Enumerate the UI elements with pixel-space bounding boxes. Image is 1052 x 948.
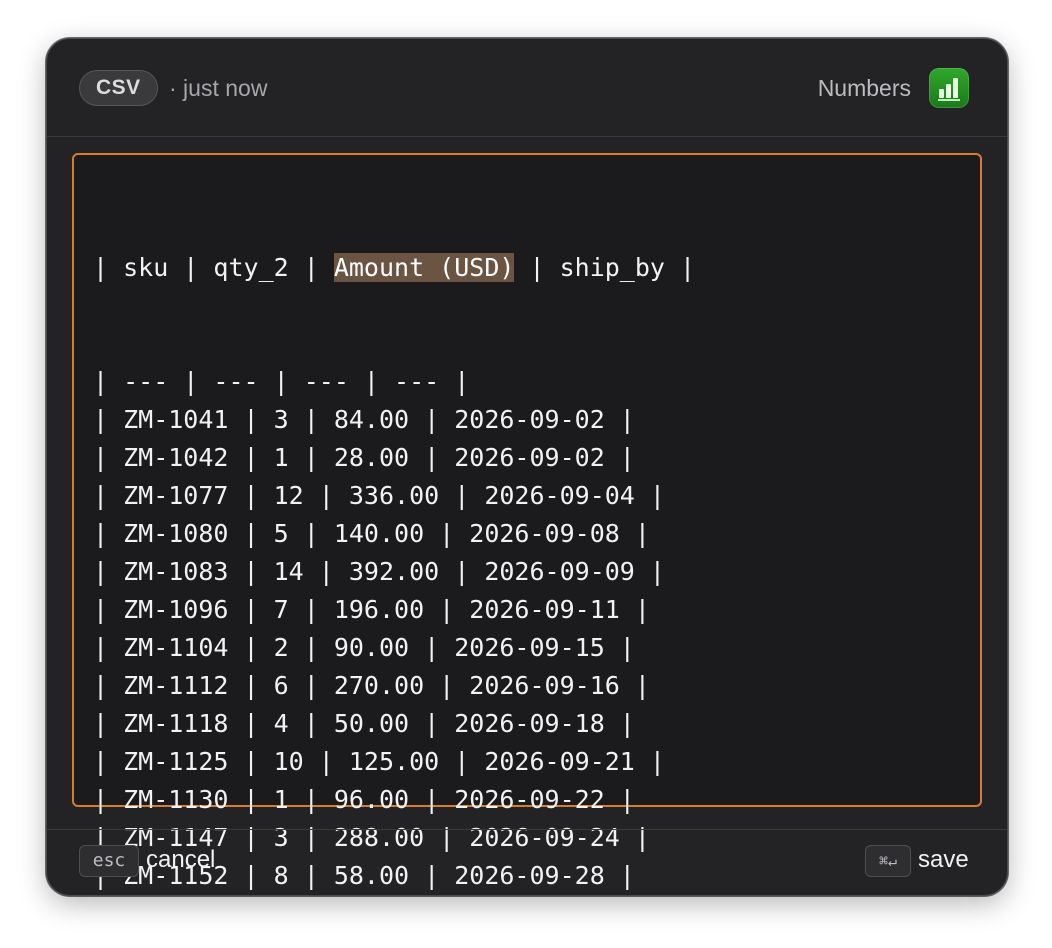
timestamp-label: · just now [169,75,268,101]
header-text-after: | ship_by | [514,253,696,282]
esc-key-hint: esc [79,845,139,877]
table-separator-line: | --- | --- | --- | --- | [93,367,470,396]
dialog-header: CSV · just now Numbers [47,39,1007,137]
table-row: | ZM-1163 | 20 | 145.00 | 2026-09-30 | [93,895,695,896]
format-badge[interactable]: CSV [79,70,158,106]
table-row: | ZM-1096 | 7 | 196.00 | 2026-09-11 | [93,595,650,624]
table-row: | ZM-1041 | 3 | 84.00 | 2026-09-02 | [93,405,635,434]
numbers-app-icon[interactable] [929,68,969,108]
highlighted-header-text[interactable]: Amount (USD) [333,253,515,282]
target-app-name: Numbers [817,75,911,101]
chart-baseline-icon-part [938,99,960,101]
table-row: | ZM-1130 | 1 | 96.00 | 2026-09-22 | [93,785,635,814]
table-row: | ZM-1104 | 2 | 90.00 | 2026-09-15 | [93,633,635,662]
table-row: | ZM-1112 | 6 | 270.00 | 2026-09-16 | [93,671,650,700]
command-return-key-hint: ⌘↵ [865,845,911,877]
clipboard-save-dialog: CSV · just now Numbers | sku | qty_2 | A… [46,38,1008,896]
markdown-table-text[interactable]: | sku | qty_2 | Amount (USD) | ship_by |… [93,173,695,896]
table-row: | ZM-1077 | 12 | 336.00 | 2026-09-04 | [93,481,665,510]
table-row: | ZM-1083 | 14 | 392.00 | 2026-09-09 | [93,557,665,586]
chart-bar-icon-part [946,84,951,98]
table-row: | ZM-1042 | 1 | 28.00 | 2026-09-02 | [93,443,635,472]
content-editor[interactable]: | sku | qty_2 | Amount (USD) | ship_by |… [72,153,982,890]
table-row: | ZM-1118 | 4 | 50.00 | 2026-09-18 | [93,709,635,738]
chart-bar-icon-part [939,89,944,98]
table-row: | ZM-1080 | 5 | 140.00 | 2026-09-08 | [93,519,650,548]
chart-bar-icon-part [953,78,958,98]
cancel-button[interactable]: cancel [146,842,215,878]
table-header-line: | sku | qty_2 | Amount (USD) | ship_by | [93,249,695,287]
save-button[interactable]: save [918,842,969,878]
table-row: | ZM-1125 | 10 | 125.00 | 2026-09-21 | [93,747,665,776]
header-text-before: | sku | qty_2 | [93,253,334,282]
dialog-footer: esc cancel ⌘↵ save [47,829,1007,895]
